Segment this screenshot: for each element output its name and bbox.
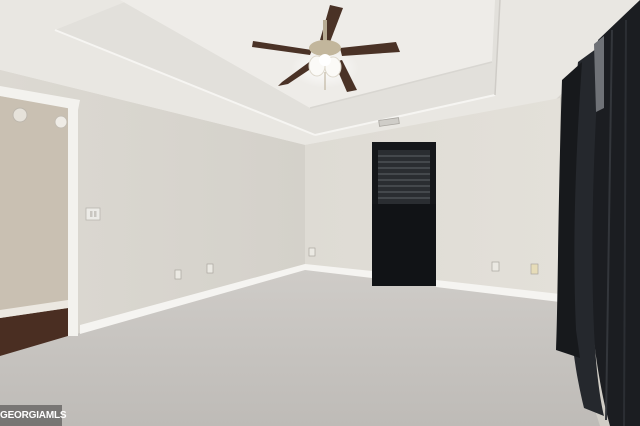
photo-scene: GEORGIAMLS [0,0,640,426]
door-frame [68,100,78,336]
bedroom-photo [0,0,640,426]
outlet-back-1 [308,247,316,257]
light-switch-plate [85,207,101,221]
watermark-logo: GEORGIAMLS [0,405,67,426]
outlet-left-2 [206,263,214,274]
outlet-back-2 [491,261,500,272]
hallway-wall [0,96,70,318]
outlet-left-1 [174,269,182,280]
hall-light-fixture [54,115,68,129]
outlet-back-3 [530,263,539,275]
back-window [372,142,436,286]
smoke-detector [12,107,28,123]
